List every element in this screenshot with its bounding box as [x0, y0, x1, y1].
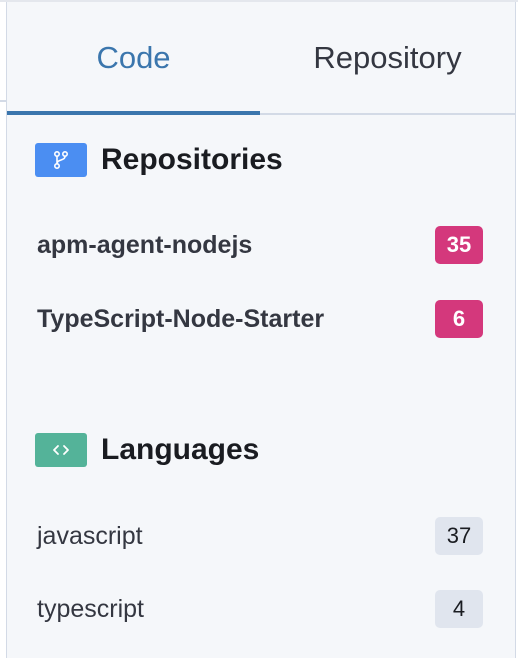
language-name: typescript — [37, 594, 144, 623]
code-brackets-icon — [35, 433, 87, 467]
count-badge: 6 — [435, 300, 483, 338]
language-item[interactable]: typescript 4 — [37, 589, 483, 629]
count-badge: 4 — [435, 590, 483, 628]
count-badge: 35 — [435, 226, 483, 264]
git-branch-icon — [35, 143, 87, 177]
languages-heading: Languages — [35, 433, 259, 467]
repositories-heading: Repositories — [35, 143, 283, 177]
language-name: javascript — [37, 521, 143, 550]
repositories-title: Repositories — [101, 143, 283, 176]
languages-title: Languages — [101, 433, 260, 466]
repository-item[interactable]: TypeScript-Node-Starter 6 — [37, 299, 483, 339]
tab-bar: Code Repository — [7, 2, 515, 115]
tab-repository[interactable]: Repository — [260, 2, 515, 113]
repository-name: TypeScript-Node-Starter — [37, 304, 325, 333]
repository-name: apm-agent-nodejs — [37, 230, 253, 259]
count-badge: 37 — [435, 517, 483, 555]
language-item[interactable]: javascript 37 — [37, 516, 483, 556]
search-sidebar: Code Repository Repositories apm-agent-n… — [6, 2, 516, 658]
tab-code[interactable]: Code — [7, 2, 260, 115]
repository-item[interactable]: apm-agent-nodejs 35 — [37, 225, 483, 265]
